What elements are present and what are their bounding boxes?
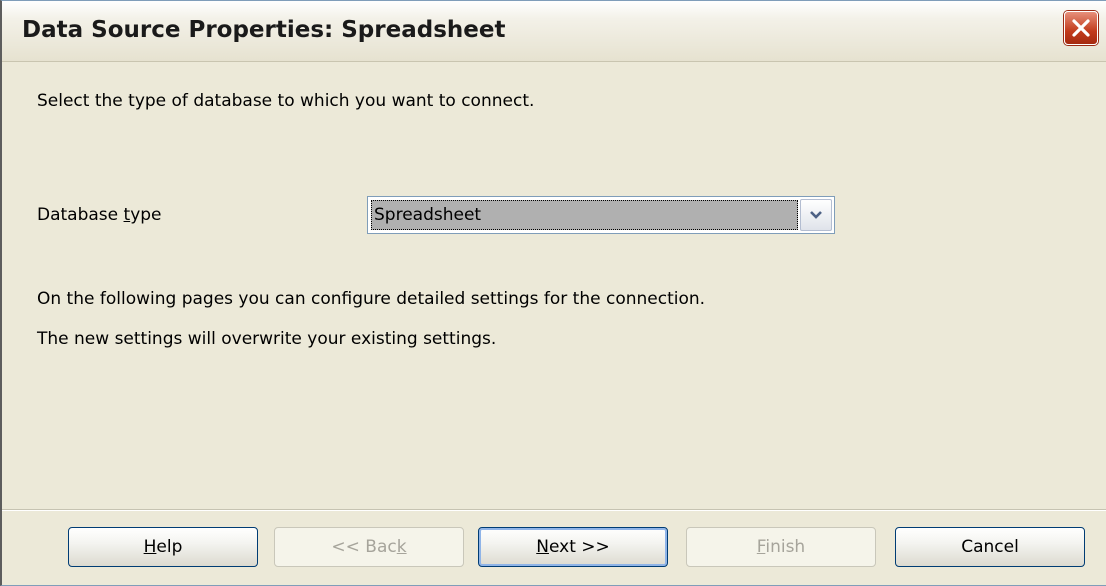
window-title: Data Source Properties: Spreadsheet — [22, 17, 506, 43]
info-text-1: On the following pages you can configure… — [37, 289, 706, 309]
label-suffix: ype — [130, 205, 162, 225]
help-mnemonic: H — [143, 537, 157, 557]
help-button[interactable]: Help — [68, 527, 258, 567]
next-button[interactable]: Next >> — [478, 527, 668, 567]
database-type-label: Database type — [37, 205, 162, 225]
button-separator — [2, 509, 1106, 511]
back-mnemonic: k — [396, 537, 407, 557]
chevron-down-icon — [810, 211, 822, 219]
help-label: elp — [156, 537, 183, 557]
info-text-2: The new settings will overwrite your exi… — [37, 329, 497, 349]
cancel-label: Cancel — [961, 537, 1019, 557]
title-bar[interactable]: Data Source Properties: Spreadsheet — [2, 1, 1106, 62]
database-type-value: Spreadsheet — [371, 200, 798, 230]
database-type-select[interactable]: Spreadsheet — [367, 196, 835, 234]
finish-button[interactable]: Finish — [686, 527, 876, 567]
dropdown-button[interactable] — [800, 199, 832, 231]
close-button[interactable] — [1064, 11, 1098, 45]
next-mnemonic: N — [536, 537, 549, 557]
cancel-button[interactable]: Cancel — [895, 527, 1085, 567]
next-label: ext >> — [548, 537, 610, 557]
close-icon — [1072, 19, 1090, 37]
back-label: << Bac — [331, 537, 397, 557]
intro-text: Select the type of database to which you… — [37, 91, 535, 111]
finish-label: inish — [765, 537, 806, 557]
label-prefix: Database — [37, 205, 124, 225]
back-button[interactable]: << Back — [274, 527, 464, 567]
dialog-window: Data Source Properties: Spreadsheet Sele… — [0, 0, 1106, 586]
